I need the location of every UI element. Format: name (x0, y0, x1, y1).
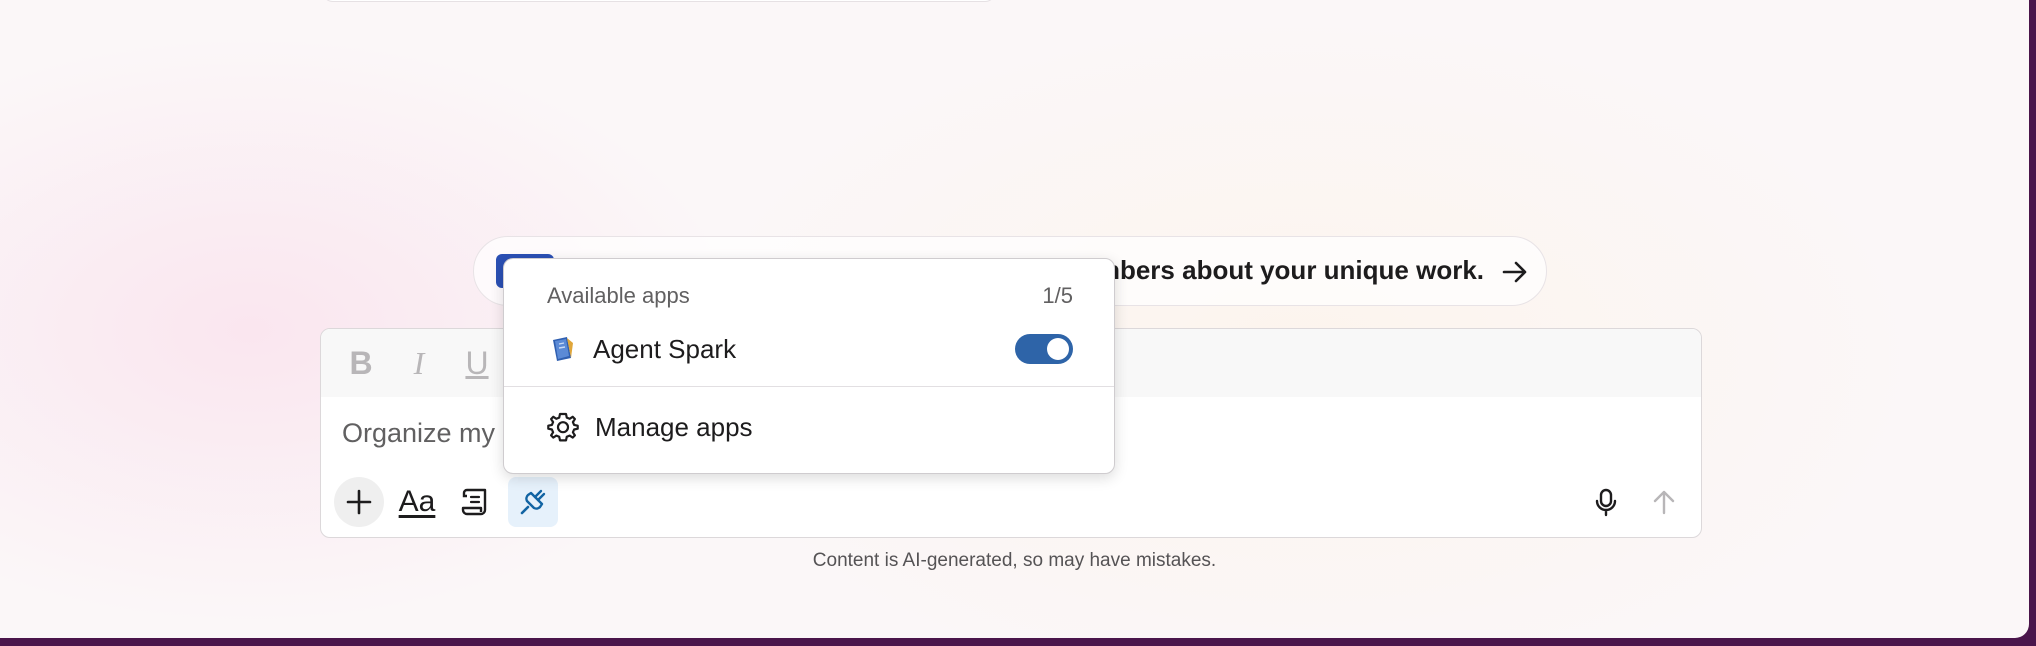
microphone-icon (1595, 488, 1617, 517)
app-name: Agent Spark (593, 333, 737, 364)
message-card (322, 0, 996, 2)
apps-popup: Available apps 1/5 Agent Spark Manage ap… (503, 258, 1115, 474)
gear-icon (547, 412, 579, 442)
workspace: mbers about your unique work. B I U Orga… (0, 0, 2029, 638)
composer-tools: Aa (334, 477, 558, 527)
manage-apps-label: Manage apps (595, 411, 753, 442)
bold-button[interactable]: B (343, 345, 379, 382)
send-tools (1581, 477, 1689, 527)
send-button[interactable] (1639, 477, 1689, 527)
toggle-knob (1047, 338, 1069, 360)
arrow-up-icon (1653, 490, 1675, 515)
app-row-agent-spark[interactable]: Agent Spark (547, 329, 1073, 369)
formatting-label: Aa (398, 485, 436, 518)
popup-header: Available apps 1/5 (547, 283, 1073, 309)
agent-spark-icon (553, 337, 573, 361)
apps-count: 1/5 (1042, 283, 1073, 308)
underline-button[interactable]: U (459, 345, 495, 382)
apps-button[interactable] (508, 477, 558, 527)
popup-divider (504, 386, 1114, 387)
formatting-button[interactable]: Aa (392, 477, 442, 527)
popup-title: Available apps (547, 283, 690, 308)
plus-icon (346, 489, 372, 515)
italic-button[interactable]: I (401, 345, 437, 382)
scroll-icon (461, 488, 487, 516)
manage-apps-item[interactable]: Manage apps (547, 407, 753, 447)
plug-icon (520, 489, 546, 515)
app-toggle[interactable] (1015, 334, 1073, 364)
ai-disclaimer: Content is AI-generated, so may have mis… (812, 550, 1217, 571)
suggestion-text: mbers about your unique work. (1096, 255, 1484, 285)
message-input[interactable]: Organize my s (342, 418, 516, 449)
add-button[interactable] (334, 477, 384, 527)
arrow-right-icon[interactable] (1500, 257, 1530, 287)
microphone-button[interactable] (1581, 477, 1631, 527)
canvas-button[interactable] (450, 477, 500, 527)
